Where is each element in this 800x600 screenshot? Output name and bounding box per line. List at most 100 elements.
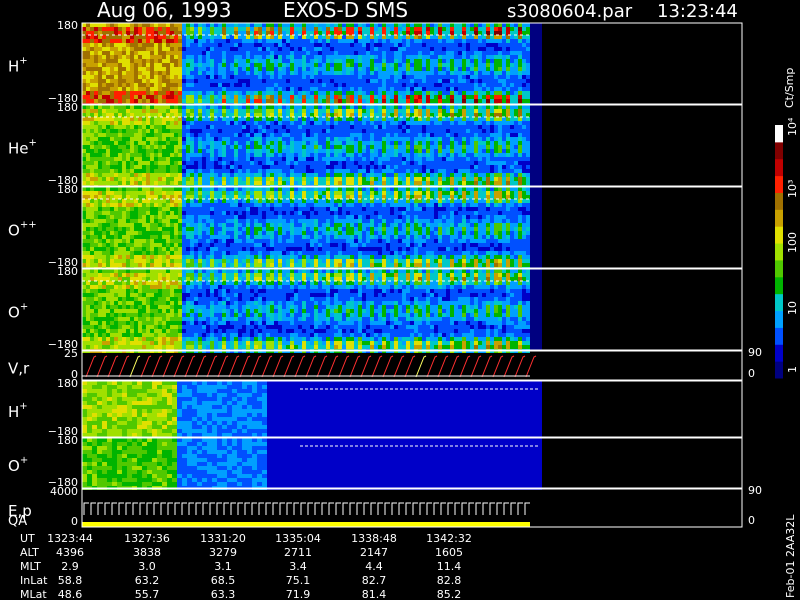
heatmap-cell: [310, 113, 314, 117]
heatmap-cell: [394, 157, 398, 161]
heatmap-cell: [518, 87, 522, 91]
heatmap-cell: [146, 165, 150, 169]
heatmap-cell: [226, 173, 230, 177]
heatmap-cell: [326, 145, 330, 149]
heatmap-cell: [174, 177, 178, 181]
heatmap-cell: [154, 161, 158, 165]
heatmap-cell: [122, 67, 126, 71]
heatmap-cell: [466, 39, 470, 43]
heatmap-cell: [90, 239, 94, 243]
heatmap-cell: [134, 231, 138, 235]
heatmap-cell: [186, 113, 190, 117]
heatmap-cell: [254, 121, 258, 125]
heatmap-cell: [506, 113, 510, 117]
heatmap-cell: [526, 121, 530, 125]
heatmap-cell: [294, 83, 298, 87]
heatmap-cell: [94, 121, 98, 125]
heatmap-cell: [342, 113, 346, 117]
heatmap-cell: [322, 31, 326, 35]
heatmap-cell: [430, 35, 434, 39]
heatmap-cell: [146, 67, 150, 71]
heatmap-cell: [98, 181, 102, 185]
heatmap-cell: [526, 23, 530, 27]
heatmap-cell: [354, 121, 358, 125]
heatmap-cell: [198, 133, 202, 137]
heatmap-cell: [206, 39, 210, 43]
heatmap-cell: [510, 67, 514, 71]
heatmap-cell: [374, 133, 378, 137]
heatmap-cell: [134, 35, 138, 39]
heatmap-cell: [322, 137, 326, 141]
heatmap-cell: [342, 165, 346, 169]
heatmap-cell: [274, 27, 278, 31]
heatmap-cell: [258, 31, 262, 35]
heatmap-cell: [466, 125, 470, 129]
heatmap-cell: [202, 23, 206, 27]
heatmap-cell: [470, 141, 474, 145]
heatmap-cell: [394, 67, 398, 71]
heatmap-cell: [234, 177, 238, 181]
heatmap-cell: [226, 95, 230, 99]
heatmap-cell: [94, 243, 98, 247]
heatmap-cell: [434, 91, 438, 95]
heatmap-cell: [466, 71, 470, 75]
heatmap-cell: [322, 121, 326, 125]
heatmap-cell: [442, 105, 446, 109]
heatmap-cell: [274, 105, 278, 109]
heatmap-cell: [458, 95, 462, 99]
heatmap-cell: [194, 75, 198, 79]
heatmap-cell: [354, 39, 358, 43]
heatmap-cell: [350, 83, 354, 87]
heatmap-cell: [86, 181, 90, 185]
heatmap-cell: [258, 67, 262, 71]
heatmap-cell: [406, 99, 410, 103]
heatmap-cell: [146, 145, 150, 149]
heatmap-cell: [194, 181, 198, 185]
heatmap-cell: [110, 95, 114, 99]
heatmap-cell: [446, 79, 450, 83]
heatmap-cell: [258, 95, 262, 99]
heatmap-cell: [110, 157, 114, 161]
heatmap-cell: [250, 71, 254, 75]
heatmap-cell: [170, 117, 174, 121]
heatmap-cell: [430, 99, 434, 103]
heatmap-cell: [270, 141, 274, 145]
heatmap-cell: [238, 39, 242, 43]
heatmap-cell: [438, 177, 442, 181]
heatmap-cell: [474, 125, 478, 129]
heatmap-cell: [414, 47, 418, 51]
heatmap-cell: [526, 51, 530, 55]
heatmap-cell: [270, 169, 274, 173]
heatmap-cell: [98, 137, 102, 141]
heatmap-cell: [274, 47, 278, 51]
heatmap-cell: [146, 59, 150, 63]
heatmap-cell: [206, 157, 210, 161]
heatmap-cell: [162, 63, 166, 67]
heatmap-cell: [190, 43, 194, 47]
heatmap-cell: [294, 71, 298, 75]
heatmap-cell: [114, 35, 118, 39]
heatmap-cell: [82, 195, 86, 199]
heatmap-cell: [126, 39, 130, 43]
heatmap-cell: [462, 141, 466, 145]
heatmap-cell: [322, 149, 326, 153]
heatmap-cell: [378, 157, 382, 161]
heatmap-cell: [326, 63, 330, 67]
heatmap-cell: [518, 43, 522, 47]
heatmap-cell: [286, 157, 290, 161]
heatmap-cell: [254, 27, 258, 31]
heatmap-cell: [278, 137, 282, 141]
heatmap-cell: [274, 141, 278, 145]
heatmap-cell: [418, 99, 422, 103]
heatmap-cell: [130, 195, 134, 199]
heatmap-cell: [98, 91, 102, 95]
heatmap-cell: [490, 117, 494, 121]
heatmap-cell: [158, 71, 162, 75]
heatmap-cell: [210, 141, 214, 145]
heatmap-cell: [130, 43, 134, 47]
heatmap-cell: [386, 39, 390, 43]
heatmap-cell: [326, 177, 330, 181]
heatmap-cell: [462, 113, 466, 117]
heatmap-cell: [494, 145, 498, 149]
heatmap-cell: [298, 27, 302, 31]
